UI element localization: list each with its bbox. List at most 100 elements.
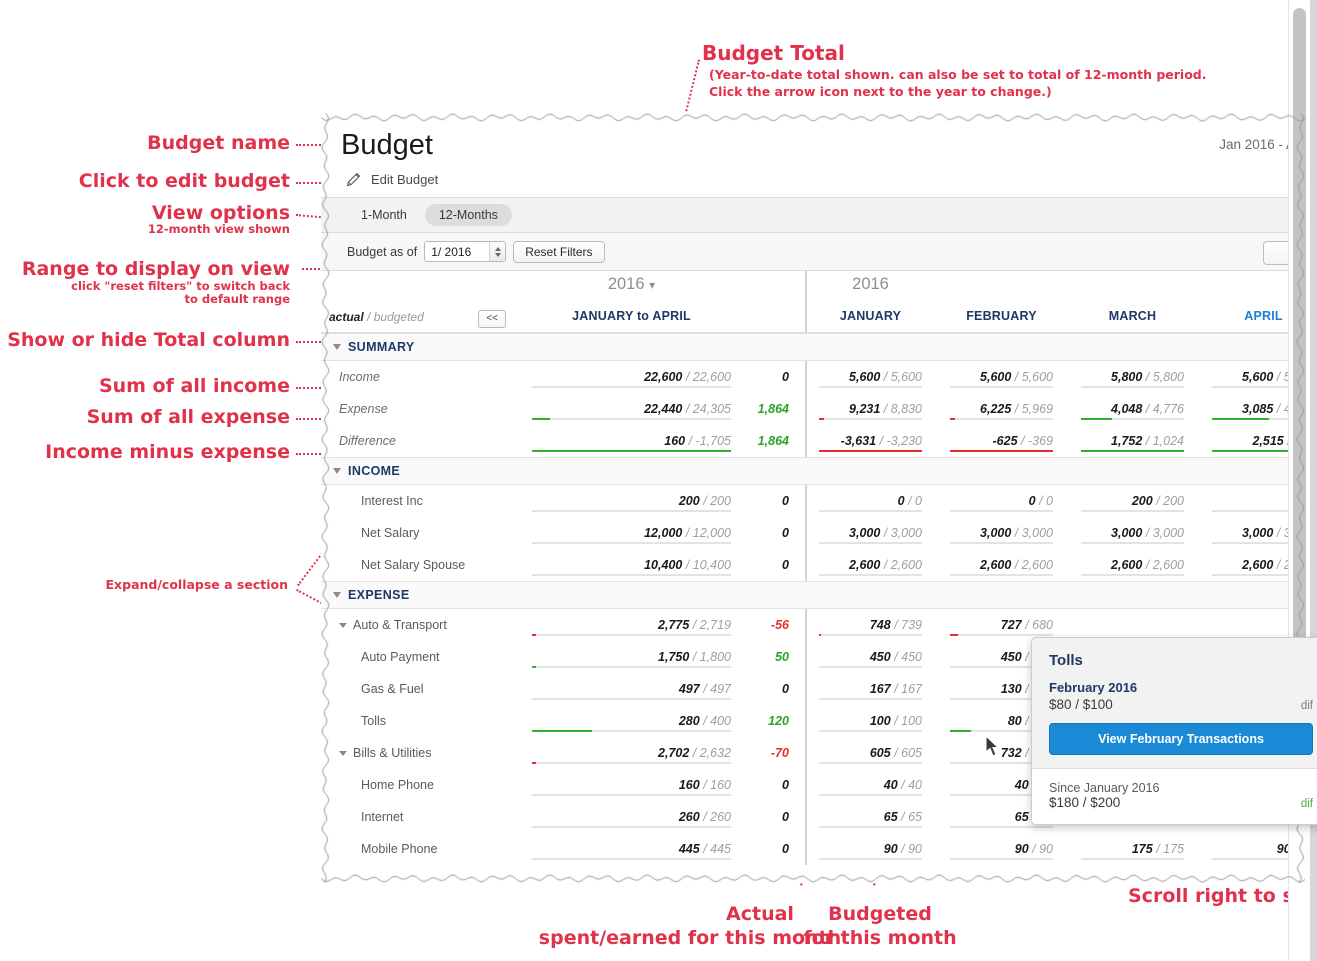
month-cell-february[interactable]: 3,000 / 3,000	[936, 517, 1067, 549]
month-cell-january[interactable]: 5,600 / 5,600	[805, 361, 936, 393]
month-cell-february[interactable]: 6,225 / 5,969	[936, 393, 1067, 425]
total-cell[interactable]: 12,000 / 12,000	[518, 517, 745, 549]
month-label-february[interactable]: FEBRUARY	[936, 309, 1067, 323]
annotation-budget-name: Budget name	[147, 132, 290, 154]
tooltip-diff-label: dif	[1300, 700, 1313, 712]
month-cell-february[interactable]: 0 / 0	[936, 485, 1067, 517]
budget-as-of-stepper[interactable]	[489, 242, 506, 261]
progress-fill	[950, 449, 1053, 452]
total-cell[interactable]: 2,775 / 2,719	[518, 609, 745, 641]
progress-track	[532, 825, 731, 828]
total-cell[interactable]: 22,600 / 22,600	[518, 361, 745, 393]
caret-down-icon[interactable]	[339, 622, 347, 628]
budget-tooltip: Tolls February 2016 $80 / $100 dif View …	[1031, 637, 1317, 825]
month-cell-january[interactable]: -3,631 / -3,230	[805, 425, 936, 457]
month-cell-january[interactable]: 3,000 / 3,000	[805, 517, 936, 549]
toggle-total-column-button[interactable]: <<	[478, 310, 506, 328]
progress-track	[950, 509, 1053, 512]
month-cell-march[interactable]: 1,752 / 1,024	[1067, 425, 1198, 457]
budget-as-of-input[interactable]	[425, 242, 490, 261]
total-cell[interactable]: 160 / -1,705	[518, 425, 745, 457]
total-cell[interactable]: 200 / 200	[518, 485, 745, 517]
month-cell-january[interactable]: 748 / 739	[805, 609, 936, 641]
annotation-edit-budget: Click to edit budget	[78, 170, 290, 192]
month-cell-march[interactable]: 175 / 175	[1067, 833, 1198, 865]
torn-edge-bottom	[321, 874, 1305, 883]
month-cell-february[interactable]: 90 / 90	[936, 833, 1067, 865]
table-column-header: actual / budgeted << 2016 ▾ JANUARY to A…	[321, 271, 1305, 333]
month-cell-february[interactable]: -625 / -369	[936, 425, 1067, 457]
month-cell-january[interactable]: 0 / 0	[805, 485, 936, 517]
section-header-expense[interactable]: EXPENSE	[321, 581, 1305, 609]
table-row[interactable]: Net Salary 12,000 / 12,000 0 3,000 / 3,000 3…	[321, 517, 1305, 549]
table-row[interactable]: Income 22,600 / 22,600 0 5,600 / 5,600 5,600…	[321, 361, 1305, 393]
month-cell-march[interactable]: 2,600 / 2,600	[1067, 549, 1198, 581]
difference-cell: 0	[782, 810, 789, 824]
row-label: Auto Payment	[361, 650, 440, 664]
difference-cell: -56	[770, 618, 789, 632]
stepper-down-icon[interactable]	[494, 252, 501, 257]
total-column-header: 2016 ▾ JANUARY to APRIL	[518, 271, 745, 333]
month-cell-january[interactable]: 605 / 605	[805, 737, 936, 769]
mouse-cursor-icon	[985, 735, 1000, 757]
month-cell-january[interactable]: 65 / 65	[805, 801, 936, 833]
table-row[interactable]: Expense 22,440 / 24,305 1,864 9,231 / 8,830…	[321, 393, 1305, 425]
month-cell-march[interactable]: 3,000 / 3,000	[1067, 517, 1198, 549]
progress-track	[819, 761, 922, 764]
table-row[interactable]: Net Salary Spouse 10,400 / 10,400 0 2,600 /…	[321, 549, 1305, 581]
row-label-cell: Mobile Phone	[321, 833, 518, 865]
month-cell-february[interactable]: 5,600 / 5,600	[936, 361, 1067, 393]
chevron-down-icon[interactable]: ▾	[649, 278, 655, 292]
month-label-january[interactable]: JANUARY	[805, 309, 936, 323]
edit-budget-button[interactable]: Edit Budget	[345, 171, 438, 188]
row-label: Net Salary Spouse	[361, 558, 466, 572]
total-cell[interactable]: 1,750 / 1,800	[518, 641, 745, 673]
month-cell-january[interactable]: 9,231 / 8,830	[805, 393, 936, 425]
total-cell[interactable]: 497 / 497	[518, 673, 745, 705]
progress-track	[1081, 541, 1184, 544]
total-cell[interactable]: 10,400 / 10,400	[518, 549, 745, 581]
total-cell[interactable]: 280 / 400	[518, 705, 745, 737]
row-label-cell: Net Salary	[321, 517, 518, 549]
legend-actual: actual	[329, 310, 364, 324]
table-row[interactable]: Mobile Phone 445 / 445 0 90 / 90 90 / 90 175 …	[321, 833, 1305, 865]
tab-1-month[interactable]: 1-Month	[347, 204, 421, 226]
table-row[interactable]: Difference 160 / -1,705 1,864 -3,631 / -3,2…	[321, 425, 1305, 457]
month-cell-january[interactable]: 450 / 450	[805, 641, 936, 673]
month-cell-january[interactable]: 100 / 100	[805, 705, 936, 737]
window-scrollbar-thumb[interactable]	[1293, 8, 1306, 698]
total-cell[interactable]: 2,702 / 2,632	[518, 737, 745, 769]
caret-down-icon[interactable]	[339, 750, 347, 756]
budget-as-of-field[interactable]	[424, 241, 507, 262]
section-header-income[interactable]: INCOME	[321, 457, 1305, 485]
month-label-march[interactable]: MARCH	[1067, 309, 1198, 323]
annotation-sum-expense: Sum of all expense	[86, 406, 290, 428]
section-header-summary[interactable]: SUMMARY	[321, 333, 1305, 361]
progress-fill	[950, 633, 959, 636]
caret-down-icon[interactable]	[333, 344, 341, 350]
view-transactions-button[interactable]: View February Transactions	[1049, 723, 1313, 755]
difference-cell: 0	[782, 494, 789, 508]
table-row[interactable]: Interest Inc 200 / 200 0 0 / 00 / 0 200 / 20…	[321, 485, 1305, 517]
month-cell-march[interactable]: 5,800 / 5,800	[1067, 361, 1198, 393]
month-cell-january[interactable]: 167 / 167	[805, 673, 936, 705]
month-cell-january[interactable]: 90 / 90	[805, 833, 936, 865]
total-year-label[interactable]: 2016 ▾	[518, 275, 745, 294]
tooltip-since-line: $180 / $200 dif	[1049, 795, 1313, 810]
progress-fill	[532, 729, 592, 732]
month-cell-march[interactable]: 200 / 200	[1067, 485, 1198, 517]
month-cell-march[interactable]: 4,048 / 4,776	[1067, 393, 1198, 425]
caret-down-icon[interactable]	[333, 592, 341, 598]
reset-filters-button[interactable]: Reset Filters	[513, 240, 605, 263]
stepper-up-icon[interactable]	[494, 246, 501, 251]
month-cell-january[interactable]: 2,600 / 2,600	[805, 549, 936, 581]
total-cell[interactable]: 160 / 160	[518, 769, 745, 801]
month-cell-february[interactable]: 2,600 / 2,600	[936, 549, 1067, 581]
month-cell-january[interactable]: 40 / 40	[805, 769, 936, 801]
tab-12-months[interactable]: 12-Months	[424, 204, 512, 226]
total-cell[interactable]: 22,440 / 24,305	[518, 393, 745, 425]
caret-down-icon[interactable]	[333, 468, 341, 474]
total-cell[interactable]: 260 / 260	[518, 801, 745, 833]
total-cell[interactable]: 445 / 445	[518, 833, 745, 865]
progress-track	[532, 761, 731, 764]
